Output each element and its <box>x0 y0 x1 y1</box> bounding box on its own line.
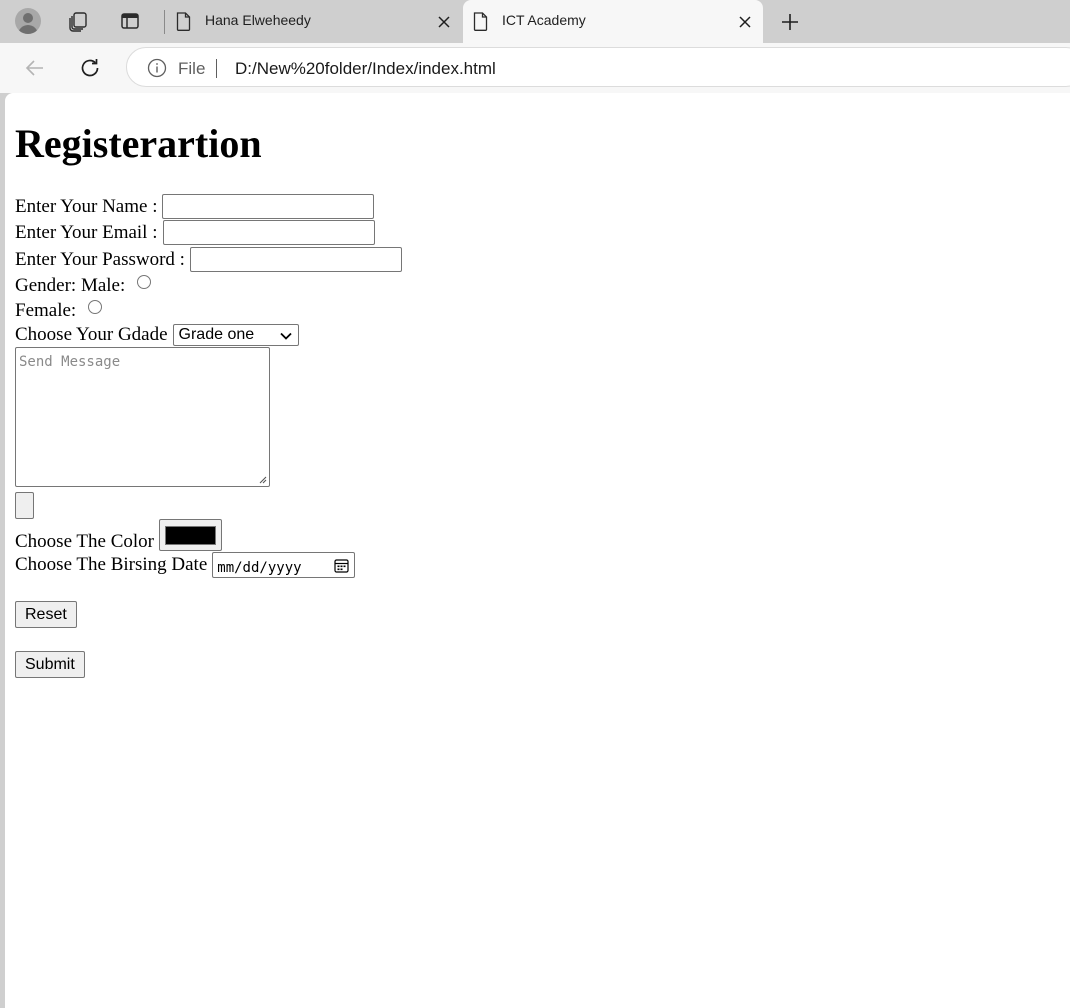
page-viewport: Registerartion Enter Your Name : Enter Y… <box>5 93 1070 1008</box>
plus-icon <box>782 14 798 30</box>
tab-strip: Hana Elweheedy ICT Academy <box>0 0 1070 43</box>
reset-button[interactable]: Reset <box>15 601 77 628</box>
password-input[interactable] <box>189 247 402 272</box>
email-label: Enter Your Email : <box>15 221 158 243</box>
reload-icon <box>81 59 99 77</box>
color-row: Choose The Color <box>15 519 222 552</box>
grade-row: Choose Your Gdade Grade one <box>15 324 299 346</box>
tab-divider <box>164 10 165 34</box>
message-textarea[interactable]: Send Message <box>15 347 270 487</box>
document-icon <box>176 12 191 31</box>
name-label: Enter Your Name : <box>15 195 158 217</box>
calendar-icon[interactable] <box>334 558 349 573</box>
tab-ict-academy[interactable]: ICT Academy <box>463 0 763 43</box>
collections-icon <box>69 12 87 32</box>
new-tab-button[interactable] <box>776 8 804 36</box>
birth-date-row: Choose The Birsing Date mm/dd/yyyy <box>15 552 356 578</box>
grade-select[interactable]: Grade one <box>172 324 299 346</box>
email-input[interactable] <box>162 220 375 245</box>
color-picker[interactable] <box>158 519 222 551</box>
close-tab-button[interactable] <box>434 12 454 32</box>
address-bar[interactable]: File D:/New%20folder/Index/index.html <box>126 47 1070 87</box>
scheme-label: File <box>178 59 206 78</box>
empty-button[interactable] <box>15 492 34 519</box>
profile-button[interactable] <box>13 6 43 36</box>
birth-date-label: Choose The Birsing Date <box>15 554 208 575</box>
document-icon <box>473 12 488 31</box>
page-title: Registerartion <box>15 121 262 166</box>
date-placeholder: mm/dd/yyyy <box>217 560 302 576</box>
tab-hana-elweheedy[interactable]: Hana Elweheedy <box>166 0 462 43</box>
tab-actions-button[interactable] <box>115 6 145 36</box>
close-icon <box>438 16 450 28</box>
back-button[interactable] <box>20 53 50 83</box>
gender-female-label: Female: <box>15 300 77 321</box>
tab-actions-icon <box>121 13 139 29</box>
profile-icon <box>15 8 41 34</box>
email-row: Enter Your Email : <box>15 220 375 245</box>
close-icon <box>739 16 751 28</box>
resize-grip-icon[interactable] <box>258 475 267 484</box>
gender-female-row: Female: <box>15 300 103 322</box>
name-input[interactable] <box>162 194 375 219</box>
male-radio[interactable] <box>137 275 152 289</box>
chevron-down-icon <box>279 332 292 340</box>
password-label: Enter Your Password : <box>15 248 185 270</box>
female-radio[interactable] <box>88 300 103 314</box>
password-row: Enter Your Password : <box>15 247 402 272</box>
omnibox-separator <box>216 59 217 78</box>
gender-male-row: Gender: Male: <box>15 275 152 297</box>
grade-selected-value: Grade one <box>178 326 255 343</box>
submit-button[interactable]: Submit <box>15 651 85 678</box>
back-arrow-icon <box>25 60 43 76</box>
grade-label: Choose Your Gdade <box>15 324 168 345</box>
url-text[interactable]: D:/New%20folder/Index/index.html <box>235 59 496 79</box>
birth-date-input[interactable]: mm/dd/yyyy <box>212 552 356 578</box>
tab-title: Hana Elweheedy <box>205 12 311 28</box>
close-tab-button[interactable] <box>735 12 755 32</box>
color-label: Choose The Color <box>15 531 154 552</box>
collections-button[interactable] <box>63 6 93 36</box>
color-swatch <box>164 525 216 545</box>
tab-title: ICT Academy <box>502 12 586 28</box>
message-placeholder: Send Message <box>19 354 121 370</box>
gender-male-label: Gender: Male: <box>15 275 126 296</box>
reload-button[interactable] <box>75 53 105 83</box>
browser-toolbar: File D:/New%20folder/Index/index.html <box>0 43 1070 93</box>
info-icon[interactable] <box>147 58 167 78</box>
name-row: Enter Your Name : <box>15 194 375 219</box>
